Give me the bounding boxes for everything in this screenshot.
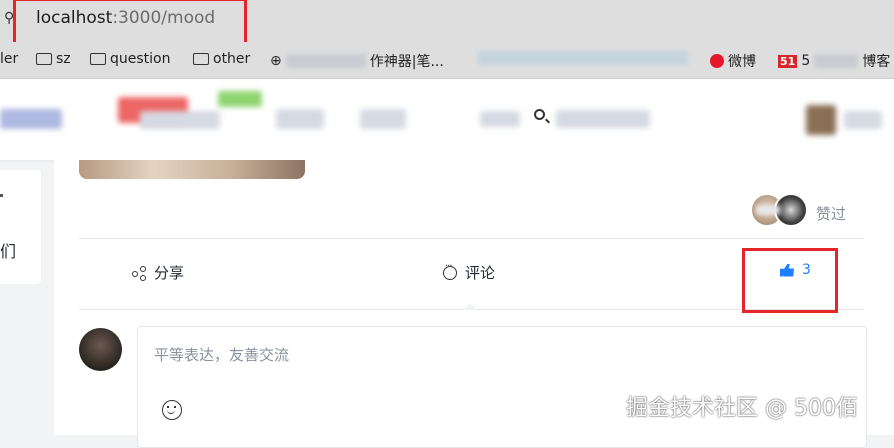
- left-sidebar-card: 们: [0, 170, 41, 284]
- folder-icon: [193, 53, 209, 65]
- annotation-box-like: [742, 248, 838, 313]
- comment-label: 评论: [465, 264, 496, 282]
- bookmark-item-tool[interactable]: ⊕ 作神器|笔...: [270, 51, 444, 71]
- share-label: 分享: [154, 264, 185, 282]
- bookmark-label: 5: [801, 53, 811, 69]
- comment-input[interactable]: 平等表达，友善交流: [137, 326, 867, 448]
- bookmark-item[interactable]: ler: [0, 51, 18, 67]
- bookmark-label: 博客: [862, 54, 891, 70]
- bookmark-folder-sz[interactable]: sz: [36, 51, 71, 67]
- blurred-text: [285, 54, 366, 68]
- nav-item[interactable]: [276, 109, 324, 129]
- user-menu[interactable]: [844, 111, 882, 129]
- watermark: 掘金技术社区 @ 500佰: [626, 396, 858, 421]
- folder-icon: [90, 53, 106, 65]
- nav-item[interactable]: [480, 111, 520, 127]
- blurred-avatar-cover: [756, 205, 780, 215]
- nav-item[interactable]: [360, 109, 406, 129]
- liked-label: 赞过: [816, 205, 847, 223]
- bookmark-label: 微博: [728, 54, 756, 70]
- nav-item[interactable]: [140, 111, 220, 129]
- smile-icon[interactable]: [162, 400, 182, 420]
- site-header: [0, 79, 894, 160]
- logo[interactable]: [0, 109, 62, 129]
- bookmark-label: question: [110, 51, 171, 67]
- bookmark-folder-other[interactable]: other: [193, 51, 250, 67]
- post-image[interactable]: [79, 160, 305, 179]
- left-card-text: 们: [0, 242, 17, 261]
- user-avatar[interactable]: [79, 328, 122, 371]
- nav-badge: [218, 91, 262, 107]
- comment-button[interactable]: 评论: [443, 261, 496, 283]
- annotation-box-url: [13, 0, 247, 45]
- folder-icon: [36, 53, 52, 65]
- bookmark-label: sz: [56, 51, 71, 67]
- search-icon[interactable]: [534, 109, 545, 120]
- bookmark-label: other: [213, 51, 251, 67]
- bookmark-label: 作神器|笔...: [369, 54, 444, 70]
- divider: [79, 238, 864, 239]
- bookmark-item-51[interactable]: 51 5 博客: [778, 51, 890, 71]
- weibo-icon: [710, 54, 724, 68]
- globe-icon: ⊕: [270, 53, 282, 69]
- bookmark-label: ler: [0, 51, 19, 67]
- blurred-text: [478, 51, 688, 65]
- bookmarks-bar: ler sz question other ⊕ 作神器|笔... 微博 51 5 博客: [0, 42, 894, 79]
- comment-icon: [443, 261, 457, 280]
- list-marker: [0, 194, 3, 197]
- blurred-text: [814, 54, 859, 68]
- share-icon: [132, 265, 146, 281]
- liked-avatars[interactable]: [750, 193, 808, 229]
- search-input[interactable]: [556, 110, 650, 128]
- bookmark-item-weibo[interactable]: 微博: [710, 51, 756, 71]
- comment-placeholder: 平等表达，友善交流: [154, 346, 290, 364]
- avatar[interactable]: [806, 105, 836, 135]
- 51cto-icon: 51: [778, 54, 798, 68]
- comment-caret: [463, 303, 477, 310]
- bookmark-folder-question[interactable]: question: [90, 51, 170, 67]
- bookmark-item-blurred[interactable]: [478, 51, 688, 65]
- share-button[interactable]: 分享: [132, 262, 184, 283]
